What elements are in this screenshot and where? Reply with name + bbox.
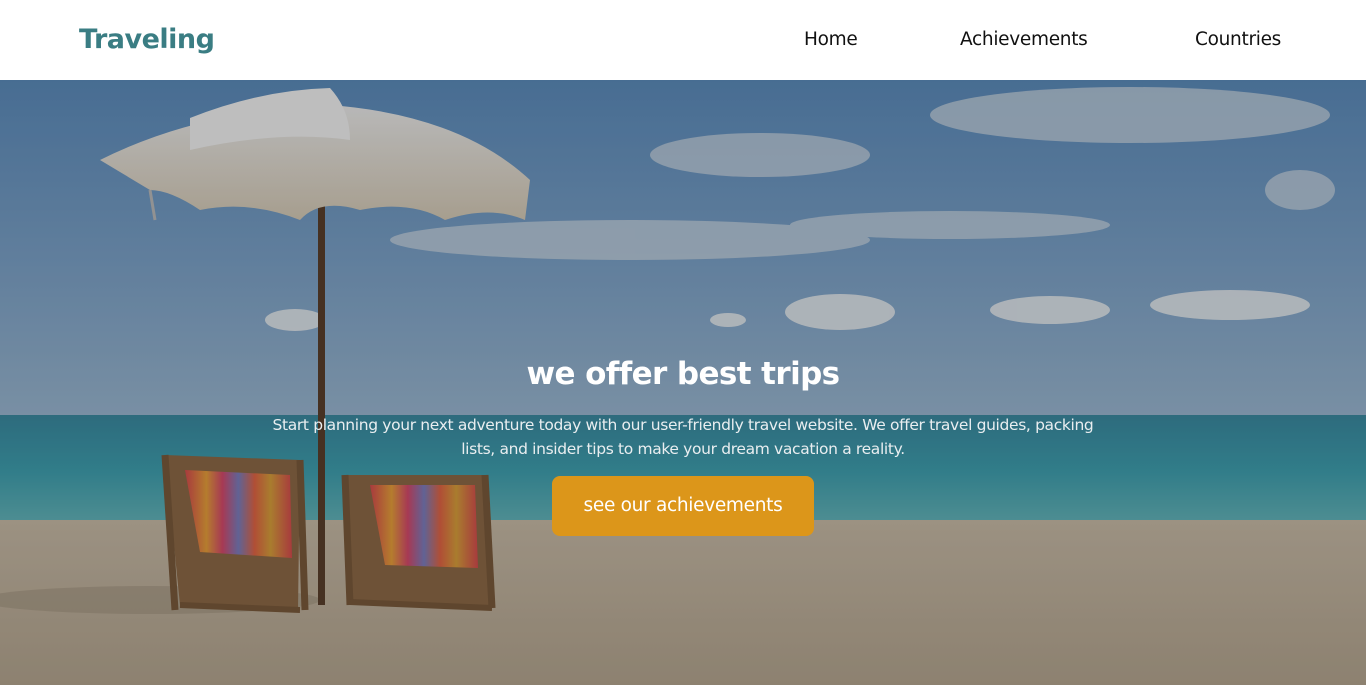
- nav-achievements-link[interactable]: Achievements: [960, 28, 1088, 52]
- hero-description: Start planning your next adventure today…: [272, 416, 1094, 458]
- nav-countries-link[interactable]: Countries: [1195, 28, 1281, 52]
- hero-title: we offer best trips: [526, 356, 840, 392]
- hero-content: we offer best trips Start planning your …: [0, 80, 1366, 685]
- hero-section: we offer best trips Start planning your …: [0, 80, 1366, 685]
- see-achievements-button[interactable]: see our achievements: [552, 476, 814, 536]
- site-header: Traveling Home Achievements Countries: [0, 0, 1366, 80]
- brand-logo[interactable]: Traveling: [79, 22, 215, 58]
- nav-home-link[interactable]: Home: [804, 28, 858, 52]
